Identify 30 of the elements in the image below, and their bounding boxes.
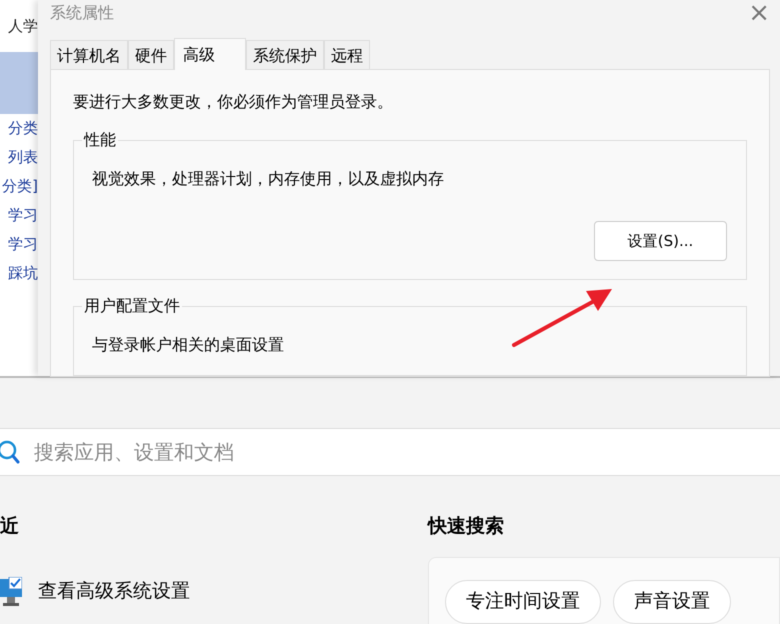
quick-search-chip[interactable]: 声音设置 — [613, 580, 731, 624]
sidebar-item[interactable]: 分类] — [2, 172, 38, 201]
section-heading: 近 — [0, 514, 20, 539]
search-bar[interactable]: 搜索应用、设置和文档 — [0, 428, 780, 476]
search-icon — [0, 439, 20, 465]
group-description: 视觉效果，处理器计划，内存使用，以及虚拟内存 — [92, 168, 445, 190]
sidebar-item[interactable]: 学习 — [8, 230, 38, 259]
window-title: 系统属性 — [50, 2, 114, 24]
group-title: 用户配置文件 — [82, 296, 182, 316]
notice-text: 要进行大多数更改，你必须作为管理员登录。 — [73, 91, 394, 113]
tab[interactable]: 高级 — [174, 38, 246, 70]
sidebar-item[interactable]: 学习 — [8, 201, 38, 230]
selected-row[interactable] — [0, 52, 38, 114]
tab[interactable]: 计算机名 — [50, 40, 128, 70]
sidebar-item[interactable]: 分类 — [8, 114, 38, 143]
sidebar-item[interactable]: 人学 — [8, 12, 38, 52]
settings-button[interactable]: 设置(S)... — [594, 221, 727, 261]
computer-icon — [0, 576, 22, 606]
close-button[interactable]: × — [742, 0, 776, 26]
group-description: 与登录帐户相关的桌面设置 — [92, 334, 285, 356]
search-field[interactable]: 搜索应用、设置和文档 — [32, 436, 780, 468]
sidebar-item[interactable]: 列表 — [8, 143, 38, 172]
tab[interactable]: 系统保护 — [246, 40, 324, 70]
recent-item[interactable]: 查看高级系统设置 — [38, 577, 190, 606]
tab[interactable]: 远程 — [324, 40, 370, 70]
section-heading: 快速搜索 — [428, 514, 505, 539]
quick-search-chip[interactable]: 专注时间设置 — [445, 580, 601, 624]
group-title: 性能 — [82, 130, 118, 150]
tab[interactable]: 硬件 — [128, 40, 174, 70]
sidebar-item[interactable]: 踩坑 — [8, 259, 38, 288]
